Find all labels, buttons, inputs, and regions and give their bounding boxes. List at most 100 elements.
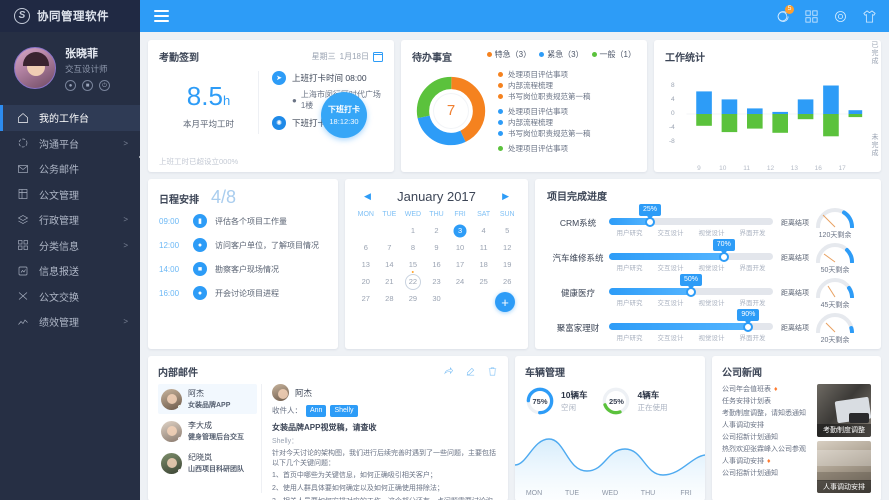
calendar-day[interactable]: 26 xyxy=(495,274,519,289)
calendar-day[interactable]: 14 xyxy=(378,257,402,272)
calendar-day[interactable]: 4 xyxy=(472,223,496,238)
calendar-day[interactable]: 28 xyxy=(378,291,402,306)
schedule-item[interactable]: 16:00 ● 开会讨论项目进程 xyxy=(159,286,327,300)
sidebar-item-performance[interactable]: 绩效管理 > xyxy=(0,309,140,335)
shirt-icon[interactable] xyxy=(862,9,877,24)
todo-item[interactable]: 处理项目评估事项 xyxy=(498,106,636,117)
calendar-day[interactable]: 8 xyxy=(401,240,425,255)
todo-item[interactable]: 处理项目评估事项 xyxy=(498,69,636,80)
calendar-day[interactable]: 7 xyxy=(378,240,402,255)
chevron-right-icon: > xyxy=(123,317,128,327)
calendar-day-today[interactable]: 22 xyxy=(401,274,425,289)
sidebar-item-communication[interactable]: 沟通平台 > xyxy=(0,131,140,157)
schedule-item[interactable]: 12:00 ● 访问客户单位，了解项目情况 xyxy=(159,238,327,252)
calendar-day[interactable]: 9 xyxy=(425,240,449,255)
news-image[interactable]: 人事调动安排 xyxy=(817,440,871,493)
power-icon[interactable]: ⏻ xyxy=(99,80,110,91)
calendar-day[interactable]: 27 xyxy=(354,291,378,306)
calendar-day[interactable]: 18 xyxy=(472,257,496,272)
apps-icon[interactable] xyxy=(804,9,819,24)
news-item[interactable]: 人事调动安排 xyxy=(722,420,810,430)
punch-out-button[interactable]: 下班打卡 18:12:30 xyxy=(321,92,367,138)
calendar-day[interactable]: 25 xyxy=(472,274,496,289)
schedule-title: 日程安排 xyxy=(159,195,199,206)
sidebar-item-reporting[interactable]: 信息报送 xyxy=(0,258,140,284)
chevron-left-icon[interactable]: ◀ xyxy=(364,191,371,202)
todo-item[interactable]: 内部流程梳理 xyxy=(498,117,636,128)
doc-icon: ▮ xyxy=(193,214,207,228)
news-item[interactable]: 公司招新计划通知 xyxy=(722,432,810,442)
calendar-day[interactable]: 17 xyxy=(448,257,472,272)
project-progress-card: 项目完成进度 CRM系统 25% 用户研究 交互设计 视觉设计 界面开发 距离结… xyxy=(535,179,881,349)
news-item[interactable]: 任务安排计划表 xyxy=(722,396,810,406)
edit-icon[interactable] xyxy=(465,366,476,377)
calendar-day[interactable]: 2 xyxy=(425,223,449,238)
news-item[interactable]: 人事调动安排 ♦ xyxy=(722,456,810,466)
sidebar-item-mail[interactable]: 公务邮件 xyxy=(0,156,140,182)
gear-icon[interactable] xyxy=(833,9,848,24)
attendance-date[interactable]: 星期三 1月18日 xyxy=(312,51,383,62)
calendar-day-selected[interactable]: 3 xyxy=(448,223,472,238)
calendar-day[interactable]: 10 xyxy=(448,240,472,255)
attendance-weekday: 星期三 xyxy=(311,52,336,61)
news-item[interactable]: 公司招新计划通知 xyxy=(722,468,810,478)
news-item[interactable]: 热烈欢迎张霖峰入公司参观 xyxy=(722,444,810,454)
calendar-day-event[interactable]: 15 xyxy=(401,257,425,273)
project-percent: 70% xyxy=(712,239,735,251)
mail-contact[interactable]: 李大成 健身管理后台交互 xyxy=(158,416,257,446)
mail-recipient-chip[interactable]: Ann xyxy=(306,405,327,417)
sidebar-item-label: 沟通平台 xyxy=(39,139,79,151)
vehicle-stat-inuse: 25% 4辆车 正在使用 xyxy=(601,386,667,416)
hamburger-icon[interactable] xyxy=(154,10,169,22)
lock-icon[interactable]: ■ xyxy=(82,80,93,91)
todo-item[interactable]: 书写岗位职责规范第一稿 xyxy=(498,128,636,139)
news-item[interactable]: 考勤制度调整，请知悉通知 xyxy=(722,408,810,418)
sidebar-item-exchange[interactable]: 公文交换 xyxy=(0,284,140,310)
user-icon[interactable]: ● xyxy=(65,80,76,91)
mail-contact[interactable]: 阿杰 女装品牌APP xyxy=(158,384,257,414)
avatar[interactable] xyxy=(14,47,56,89)
hot-icon: ♦ xyxy=(774,385,778,393)
calendar-day[interactable]: 16 xyxy=(425,257,449,272)
calendar-day[interactable]: 23 xyxy=(425,274,449,289)
news-item[interactable]: 公司年会值班表 ♦ xyxy=(722,384,810,394)
calendar-day[interactable]: 24 xyxy=(448,274,472,289)
calendar-day[interactable]: 6 xyxy=(354,240,378,255)
sidebar-item-admin[interactable]: 行政管理 > xyxy=(0,207,140,233)
calendar-day[interactable]: 29 xyxy=(401,291,425,306)
chevron-right-icon: > xyxy=(123,138,128,148)
todo-item[interactable]: 内部流程梳理 xyxy=(498,80,636,91)
calendar-day[interactable]: 21 xyxy=(378,274,402,289)
chevron-right-icon[interactable]: ▶ xyxy=(502,191,509,202)
calendar-day[interactable]: 19 xyxy=(495,257,519,272)
calendar-icon[interactable] xyxy=(373,51,383,62)
news-image[interactable]: 考勤制度调整 xyxy=(817,384,871,437)
calendar-day[interactable]: 13 xyxy=(354,257,378,272)
todo-title: 待办事宜 xyxy=(412,53,452,64)
todo-item[interactable]: 处理项目评估事项 xyxy=(498,143,636,154)
project-progress-title: 项目完成进度 xyxy=(547,192,607,203)
mail-recipient-chip[interactable]: Shelly xyxy=(330,405,358,417)
sidebar-item-categories[interactable]: 分类信息 > xyxy=(0,233,140,259)
mail-contact-name: 纪晓岚 xyxy=(188,453,212,462)
calendar-day[interactable]: 30 xyxy=(425,291,449,306)
sidebar-item-workbench[interactable]: 我的工作台 xyxy=(0,105,140,131)
calendar-day xyxy=(378,223,402,238)
calendar-day[interactable]: 5 xyxy=(495,223,519,238)
vehicle-idle-count: 10辆车 xyxy=(561,390,588,400)
todo-item[interactable]: 书写岗位职责规范第一稿 xyxy=(498,91,636,102)
schedule-text: 评估各个项目工作量 xyxy=(215,216,287,226)
schedule-item[interactable]: 09:00 ▮ 评估各个项目工作量 xyxy=(159,214,327,228)
punch-button-time: 18:12:30 xyxy=(329,117,359,126)
sidebar-item-documents[interactable]: 公文管理 xyxy=(0,182,140,208)
calendar-day[interactable]: 12 xyxy=(495,240,519,255)
trash-icon[interactable] xyxy=(487,366,498,377)
schedule-item[interactable]: 14:00 ■ 勘察客户现场情况 xyxy=(159,262,327,276)
calendar-day[interactable]: 11 xyxy=(472,240,496,255)
calendar-day[interactable]: 1 xyxy=(401,223,425,238)
message-icon[interactable]: 5 xyxy=(775,4,794,24)
calendar-day[interactable]: 20 xyxy=(354,274,378,289)
mail-contact[interactable]: 纪晓岚 山西项目科研团队 xyxy=(158,448,257,478)
share-icon[interactable] xyxy=(443,366,454,377)
sidebar-item-label: 公文管理 xyxy=(39,190,79,202)
